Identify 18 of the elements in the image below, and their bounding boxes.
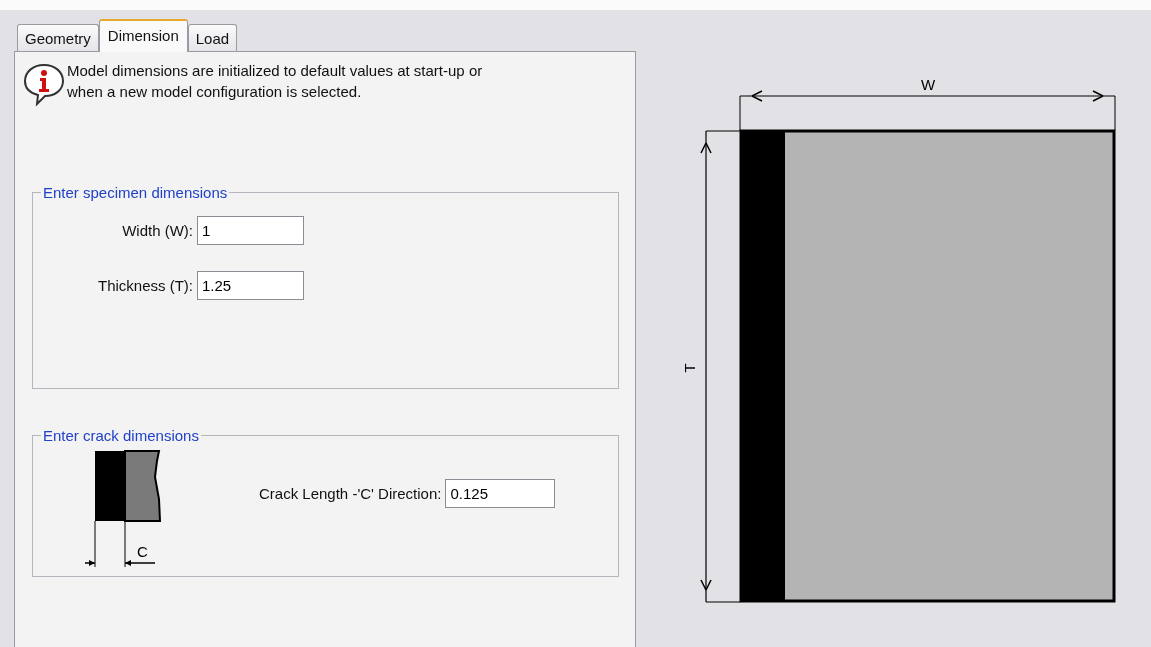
tab[interactable]: Dimension: [98, 19, 188, 52]
input-field[interactable]: 0.125: [445, 479, 556, 508]
tab[interactable]: Geometry: [17, 24, 99, 51]
dimension-label: T: [681, 363, 698, 373]
dimension-arrow: [84, 520, 156, 568]
info-message: Model dimensions are initialized to default values at start-up or when a new model configuration is selected.: [67, 61, 484, 102]
tab[interactable]: Load: [187, 24, 238, 51]
field-label: Thickness (T):: [97, 277, 194, 294]
field-label: Crack Length -'C' Direction:: [259, 485, 443, 502]
input-field[interactable]: 1: [197, 216, 304, 245]
group-title: Enter crack dimensions: [42, 427, 200, 444]
dimension-label: W: [920, 76, 936, 93]
field-label: Width (W):: [121, 222, 194, 239]
crack-section-drawing: [95, 450, 162, 522]
info-icon: [23, 62, 65, 106]
input-field[interactable]: 1.25: [197, 271, 304, 300]
group-title: Enter specimen dimensions: [42, 184, 229, 201]
dimension-label: C: [137, 543, 148, 560]
